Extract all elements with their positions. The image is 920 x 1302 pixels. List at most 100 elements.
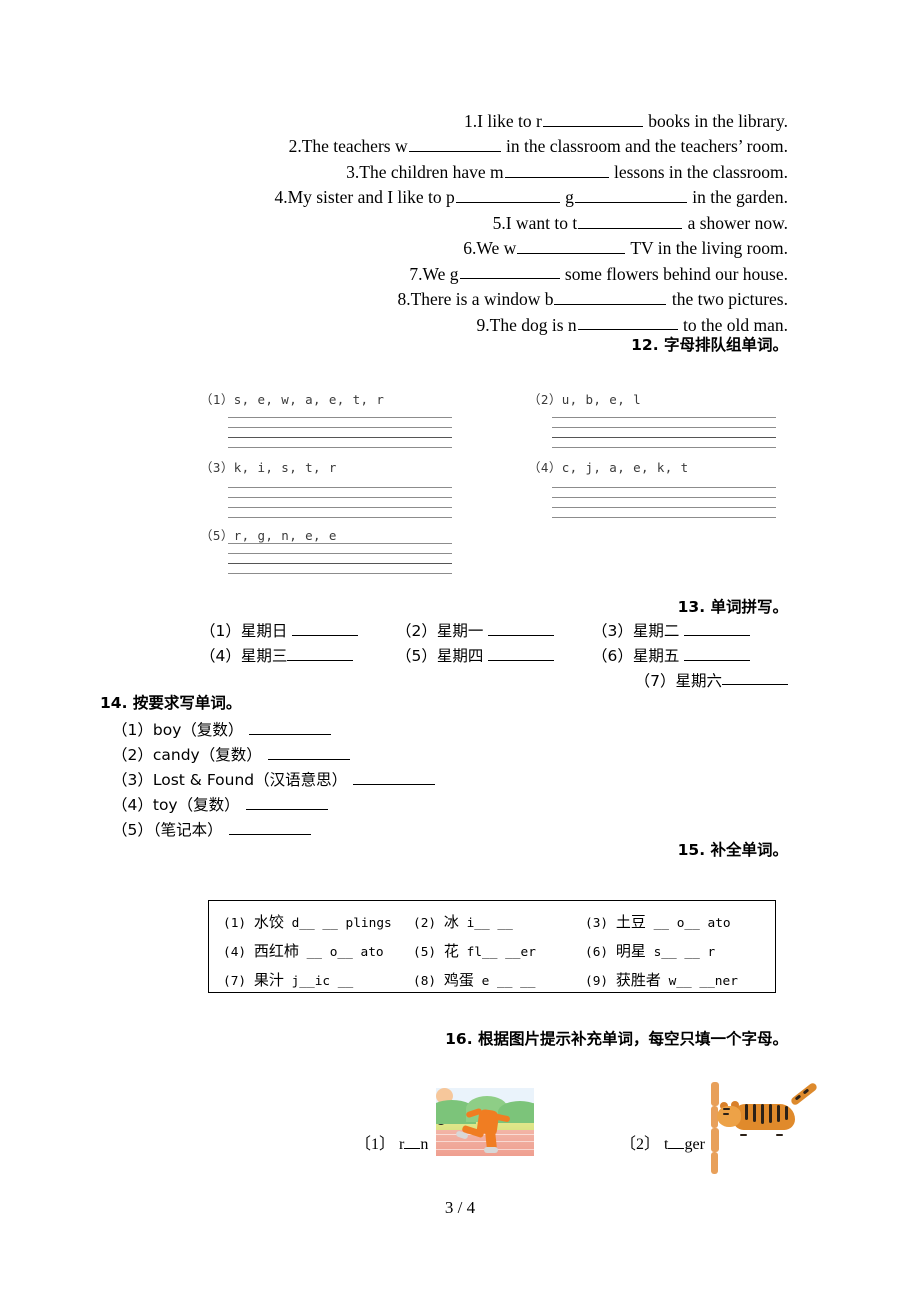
weekday-label: （7） xyxy=(634,671,676,690)
section-13-body: （1）星期日 （2）星期一 （3）星期二 （4）星期三 （5）星期四 （6）星期… xyxy=(200,618,788,692)
weekday-blank[interactable] xyxy=(683,643,750,661)
item-label: （4） xyxy=(112,795,153,814)
item-word[interactable]: i__ __ xyxy=(467,916,513,931)
complete-word-item-8: (8) 鸡蛋 e __ __ xyxy=(413,968,585,994)
item-label: (2) xyxy=(413,916,437,931)
item-blank[interactable] xyxy=(249,717,332,735)
section-14-body: （1）boy（复数） （2）candy（复数） （3）Lost & Found（… xyxy=(112,717,436,842)
worksheet-page: 1.I like to r books in the library. 2.The… xyxy=(0,0,920,1302)
item-label: 〔1〕 xyxy=(355,1136,396,1153)
write-word-item-3: （3）Lost & Found（汉语意思） xyxy=(112,767,436,792)
item-prefix: r xyxy=(399,1136,405,1153)
weekday-text: 星期五 xyxy=(632,646,680,665)
complete-word-item-5: (5) 花 fl__ __er xyxy=(413,939,585,965)
picture-word-item-2: 〔2〕 t ger xyxy=(620,1081,831,1174)
item-label: (6) xyxy=(585,945,609,960)
item-word[interactable]: w__ __ner xyxy=(669,974,738,989)
letter-blank[interactable] xyxy=(404,1148,421,1149)
item-hanzi: 冰 xyxy=(443,913,459,931)
item-blank[interactable] xyxy=(228,817,311,835)
item-suffix: n xyxy=(420,1136,429,1153)
item-blank[interactable] xyxy=(245,792,328,810)
runner-image xyxy=(436,1088,535,1156)
weekday-label: （5） xyxy=(396,646,437,665)
writing-stave-1[interactable] xyxy=(228,417,452,451)
weekday-text: 星期四 xyxy=(436,646,484,665)
weekday-label: （6） xyxy=(592,646,633,665)
writing-stave-3[interactable] xyxy=(228,487,452,521)
item-label: (8) xyxy=(413,974,437,989)
scramble-letters: k, i, s, t, r xyxy=(233,460,337,475)
weekday-blank[interactable] xyxy=(683,618,750,636)
complete-word-item-1: (1) 水饺 d__ __ plings xyxy=(223,910,413,936)
scramble-label: （4） xyxy=(528,460,562,475)
item-hanzi: 果汁 xyxy=(253,971,284,989)
weekday-row: （1）星期日 （2）星期一 （3）星期二 xyxy=(200,618,788,643)
item-text: boy（复数） xyxy=(152,720,244,739)
write-word-item-1: （1）boy（复数） xyxy=(112,717,435,742)
scramble-letters: c, j, a, e, k, t xyxy=(561,460,689,475)
item-prefix: t xyxy=(664,1136,669,1153)
item-word[interactable]: s__ __ r xyxy=(654,945,716,960)
item-hanzi: 明星 xyxy=(615,942,646,960)
tiger-image xyxy=(710,1081,831,1174)
item-label: （5） xyxy=(112,820,153,839)
item-hanzi: 西红柿 xyxy=(253,942,299,960)
item-word[interactable]: __ o__ ato xyxy=(307,945,384,960)
item-word[interactable]: fl__ __er xyxy=(467,945,536,960)
page-number: 3 / 4 xyxy=(444,1198,476,1217)
item-text: candy（复数） xyxy=(152,745,262,764)
scramble-item-3: （3）k, i, s, t, r xyxy=(200,457,337,476)
picture-word-label-2: 〔2〕 t ger xyxy=(620,1130,705,1156)
item-word[interactable]: e __ __ xyxy=(482,974,536,989)
section-16-heading: 16. 根据图片提示补充单词，每空只填一个字母。 xyxy=(445,1030,788,1048)
complete-word-item-4: (4) 西红柿 __ o__ ato xyxy=(223,939,413,965)
complete-word-item-2: (2) 冰 i__ __ xyxy=(413,910,585,936)
item-text: toy（复数） xyxy=(152,795,240,814)
item-hanzi: 水饺 xyxy=(253,913,284,931)
item-word[interactable]: j__ic __ xyxy=(292,974,354,989)
weekday-item-2: （2）星期一 xyxy=(396,618,592,643)
scramble-label: （2） xyxy=(528,392,562,407)
weekday-item-4: （4）星期三 xyxy=(200,643,396,668)
scramble-letters: u, b, e, l xyxy=(561,392,641,407)
item-blank[interactable] xyxy=(353,767,436,785)
item-text: （笔记本） xyxy=(152,820,223,839)
weekday-item-5: （5）星期四 xyxy=(396,643,592,668)
section-15-grid: (1) 水饺 d__ __ plings (2) 冰 i__ __ (3) 土豆… xyxy=(223,910,763,994)
weekday-blank[interactable] xyxy=(722,668,788,686)
weekday-blank[interactable] xyxy=(487,643,554,661)
weekday-blank[interactable] xyxy=(291,618,358,636)
scramble-item-5: （5）r, g, n, e, e xyxy=(200,525,337,544)
writing-stave-4[interactable] xyxy=(552,487,776,521)
weekday-blank[interactable] xyxy=(287,643,354,661)
weekday-item-1: （1）星期日 xyxy=(200,618,396,643)
letter-blank[interactable] xyxy=(668,1148,685,1149)
item-blank[interactable] xyxy=(267,742,350,760)
item-hanzi: 鸡蛋 xyxy=(443,971,474,989)
weekday-text: 星期一 xyxy=(436,621,484,640)
item-suffix: ger xyxy=(684,1136,705,1153)
item-label: (4) xyxy=(223,945,247,960)
scramble-item-4: （4）c, j, a, e, k, t xyxy=(528,457,689,476)
item-label: （2） xyxy=(112,745,153,764)
item-label: (1) xyxy=(223,916,247,931)
item-word[interactable]: d__ __ plings xyxy=(292,916,392,931)
scramble-item-2: （2）u, b, e, l xyxy=(528,389,641,408)
section-15-box: (1) 水饺 d__ __ plings (2) 冰 i__ __ (3) 土豆… xyxy=(208,900,776,993)
item-label: (5) xyxy=(413,945,437,960)
item-word[interactable]: __ o__ ato xyxy=(654,916,731,931)
complete-word-item-7: (7) 果汁 j__ic __ xyxy=(223,968,413,994)
section-15-heading: 15. 补全单词。 xyxy=(677,841,788,859)
section-13-heading: 13. 单词拼写。 xyxy=(677,598,788,616)
writing-stave-5[interactable] xyxy=(228,543,452,577)
scramble-item-1: （1）s, e, w, a, e, t, r xyxy=(200,389,384,408)
weekday-blank[interactable] xyxy=(487,618,554,636)
item-label: (9) xyxy=(585,974,609,989)
write-word-item-4: （4）toy（复数） xyxy=(112,792,435,817)
writing-stave-2[interactable] xyxy=(552,417,776,451)
complete-word-item-9: (9) 获胜者 w__ __ner xyxy=(585,968,763,994)
weekday-text: 星期日 xyxy=(240,621,288,640)
item-label: 〔2〕 xyxy=(620,1136,661,1153)
weekday-row: （4）星期三 （5）星期四 （6）星期五 xyxy=(200,643,788,668)
